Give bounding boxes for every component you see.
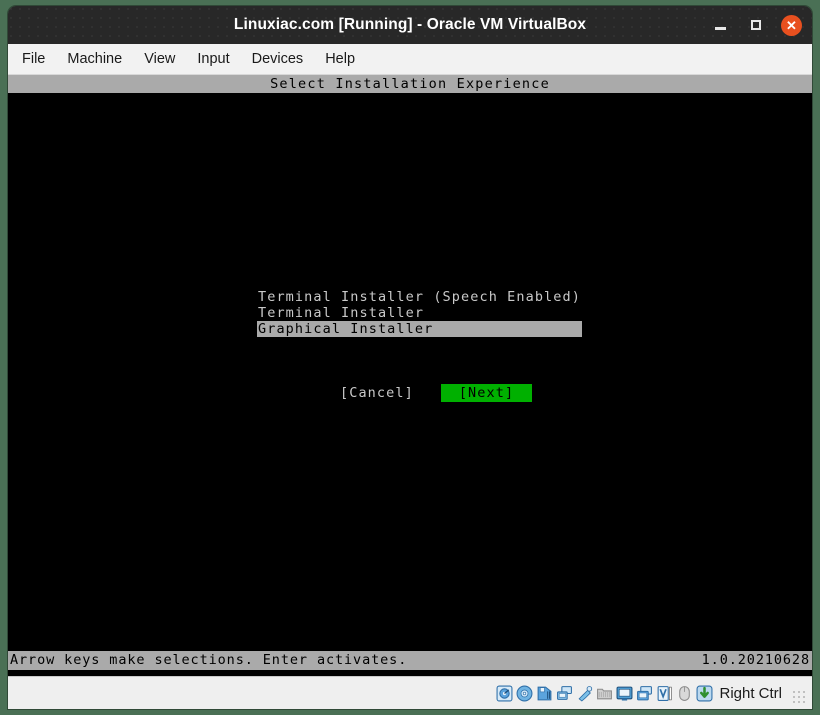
next-button[interactable]: [Next]	[440, 384, 533, 402]
window-controls: ✕	[709, 6, 802, 44]
maximize-icon	[751, 20, 761, 30]
menu-item-file[interactable]: File	[22, 51, 45, 67]
vm-screen[interactable]: Select Installation Experience Terminal …	[8, 75, 812, 676]
window-title: Linuxiac.com [Running] - Oracle VM Virtu…	[233, 16, 587, 33]
screen-bottom-padding	[8, 670, 812, 676]
installer-body: Terminal Installer (Speech Enabled) Term…	[8, 93, 812, 651]
display-icon[interactable]	[616, 685, 633, 702]
virtualization-icon[interactable]	[656, 685, 673, 702]
installer-button-row: [Cancel] [Next]	[338, 384, 533, 402]
recording-icon[interactable]	[636, 685, 653, 702]
option-terminal-installer-speech[interactable]: Terminal Installer (Speech Enabled)	[257, 289, 582, 305]
menu-item-help[interactable]: Help	[325, 51, 355, 67]
hard-disk-icon[interactable]	[496, 685, 513, 702]
host-key-label: Right Ctrl	[719, 684, 782, 702]
menu-item-input[interactable]: Input	[197, 51, 229, 67]
installer-version-text: 1.0.20210628	[701, 652, 810, 668]
floppy-disk-icon[interactable]	[536, 685, 553, 702]
close-icon: ✕	[786, 17, 797, 33]
shared-folders-icon[interactable]	[596, 685, 613, 702]
host-key-icon[interactable]	[696, 685, 713, 702]
status-icon-group	[496, 685, 713, 702]
window-titlebar[interactable]: Linuxiac.com [Running] - Oracle VM Virtu…	[8, 6, 812, 44]
maximize-button[interactable]	[745, 14, 767, 36]
close-button[interactable]: ✕	[781, 14, 802, 36]
virtualbox-vm-window: Linuxiac.com [Running] - Oracle VM Virtu…	[8, 6, 812, 709]
option-graphical-installer[interactable]: Graphical Installer	[257, 321, 582, 337]
mouse-icon[interactable]	[676, 685, 693, 702]
minimize-button[interactable]	[709, 14, 731, 36]
usb-icon[interactable]	[576, 685, 593, 702]
menubar: File Machine View Input Devices Help	[8, 44, 812, 75]
menu-item-devices[interactable]: Devices	[252, 51, 304, 67]
cancel-button[interactable]: [Cancel]	[338, 384, 416, 402]
network-icon[interactable]	[556, 685, 573, 702]
option-terminal-installer[interactable]: Terminal Installer	[257, 305, 582, 321]
menu-item-machine[interactable]: Machine	[67, 51, 122, 67]
installer-hint-text: Arrow keys make selections. Enter activa…	[10, 652, 408, 668]
installer-header-title: Select Installation Experience	[8, 75, 812, 93]
virtualbox-status-bar: Right Ctrl	[8, 676, 812, 709]
minimize-icon	[714, 26, 726, 30]
installer-status-bar: Arrow keys make selections. Enter activa…	[8, 651, 812, 670]
installation-experience-list: Terminal Installer (Speech Enabled) Term…	[257, 289, 582, 337]
optical-disk-icon[interactable]	[516, 685, 533, 702]
menu-item-view[interactable]: View	[144, 51, 175, 67]
resize-grip[interactable]	[792, 690, 806, 704]
